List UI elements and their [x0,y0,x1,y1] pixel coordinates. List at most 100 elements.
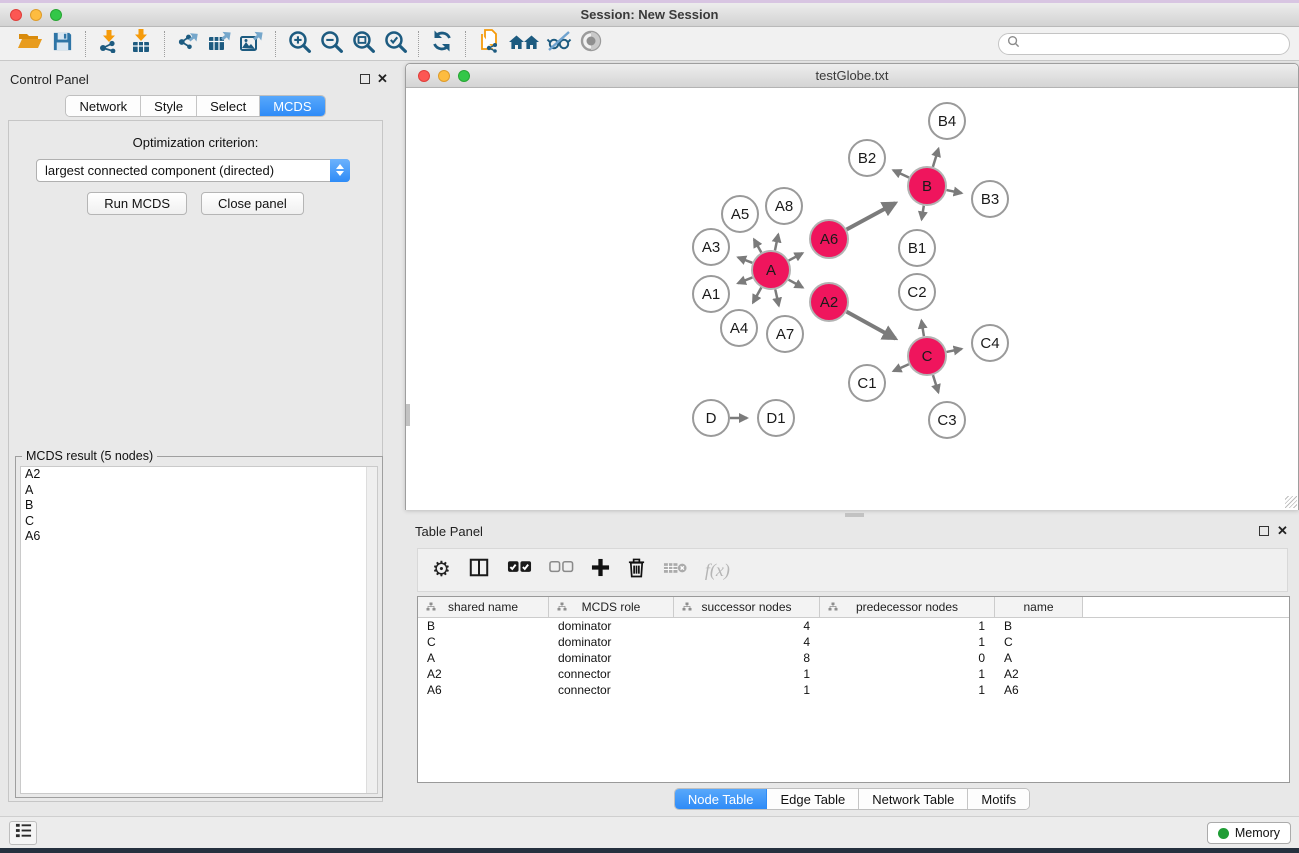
float-panel-icon[interactable] [360,74,370,84]
graph-edge-C-C4[interactable] [947,349,962,352]
tab-style[interactable]: Style [141,96,197,116]
graph-node-A1[interactable]: A1 [693,276,729,312]
network-close-button[interactable] [418,70,430,82]
mcds-result-item[interactable]: A6 [21,529,377,545]
graph-node-A7[interactable]: A7 [767,316,803,352]
table-close-panel-icon[interactable]: ✕ [1277,523,1288,539]
network-horizontal-scrollbar[interactable] [845,513,864,517]
graph-edge-B-B1[interactable] [922,206,924,220]
graph-node-B[interactable]: B [908,167,946,205]
mcds-result-list[interactable]: A2ABCA6 [20,466,378,794]
network-minimize-button[interactable] [438,70,450,82]
network-zoom-button[interactable] [458,70,470,82]
column-header-mcds-role[interactable]: MCDS role [549,597,674,617]
zoom-selected-button[interactable] [379,29,411,59]
mcds-result-item[interactable]: A [21,483,377,499]
import-table-button[interactable] [125,29,157,59]
network-vertical-scrollbar[interactable] [406,404,410,426]
close-panel-button[interactable]: Close panel [201,192,304,215]
criterion-dropdown[interactable]: largest connected component (directed) [36,159,350,182]
deselect-all-columns-button[interactable] [549,560,574,580]
graph-edge-A6-B[interactable] [847,203,896,229]
network-canvas[interactable]: B4B2BB3A8A5A6A3B1AC2A1A2A4A7C4CC1DC3D1 [406,88,1298,510]
graph-edge-A-A6[interactable] [789,253,803,260]
tab-mcds[interactable]: MCDS [260,96,324,116]
import-network-button[interactable] [93,29,125,59]
tab-network[interactable]: Network [66,96,141,116]
graph-edge-C-C1[interactable] [893,364,908,371]
graph-node-D[interactable]: D [693,400,729,436]
graph-edge-C-C2[interactable] [921,321,923,337]
graph-node-C2[interactable]: C2 [899,274,935,310]
zoom-out-button[interactable] [315,29,347,59]
hide-annotations-button[interactable] [543,29,575,59]
graph-edge-A-A7[interactable] [775,290,779,306]
table-settings-button[interactable]: ⚙ [432,560,451,580]
table-row[interactable]: Bdominator41B [418,618,1289,634]
table-float-panel-icon[interactable] [1259,526,1269,536]
graph-node-A6[interactable]: A6 [810,220,848,258]
zoom-fit-button[interactable] [347,29,379,59]
graph-node-C[interactable]: C [908,337,946,375]
graph-edge-A2-C[interactable] [847,312,896,339]
close-window-button[interactable] [10,9,22,21]
column-header-successor-nodes[interactable]: successor nodes [674,597,820,617]
refresh-button[interactable] [426,29,458,59]
zoom-in-button[interactable] [283,29,315,59]
network-graph[interactable]: B4B2BB3A8A5A6A3B1AC2A1A2A4A7C4CC1DC3D1 [406,88,1298,510]
delete-column-button[interactable] [627,557,646,583]
graph-edge-A-A3[interactable] [738,257,752,262]
graph-edge-A-A8[interactable] [775,234,778,250]
cybrowser-home-button[interactable] [505,29,543,59]
search-field[interactable] [998,33,1290,55]
open-session-button[interactable] [14,29,46,59]
tab-network-table[interactable]: Network Table [859,789,968,809]
table-row[interactable]: A2connector11A2 [418,666,1289,682]
mcds-result-item[interactable]: A2 [21,467,377,483]
show-graphics-button[interactable] [575,29,607,59]
graph-node-C4[interactable]: C4 [972,325,1008,361]
graph-node-C1[interactable]: C1 [849,365,885,401]
zoom-window-button[interactable] [50,9,62,21]
save-session-button[interactable] [46,29,78,59]
graph-edge-B-B3[interactable] [947,190,962,193]
graph-edge-A-A5[interactable] [754,239,761,252]
delete-table-button[interactable] [663,560,688,581]
table-row[interactable]: A6connector11A6 [418,682,1289,698]
tab-motifs[interactable]: Motifs [968,789,1029,809]
export-table-button[interactable] [204,29,236,59]
graph-edge-A-A2[interactable] [789,280,803,288]
mcds-result-item[interactable]: B [21,498,377,514]
task-history-button[interactable] [9,821,37,845]
table-row[interactable]: Adominator80A [418,650,1289,666]
export-network-button[interactable] [172,29,204,59]
network-window-titlebar[interactable]: testGlobe.txt [406,64,1298,88]
graph-node-A5[interactable]: A5 [722,196,758,232]
close-panel-icon[interactable]: ✕ [377,71,388,87]
graph-node-B4[interactable]: B4 [929,103,965,139]
window-resize-grip[interactable] [1285,496,1297,508]
mcds-result-item[interactable]: C [21,514,377,530]
graph-edge-A-A1[interactable] [738,277,753,283]
function-builder-button[interactable]: f(x) [705,560,730,581]
graph-node-A[interactable]: A [752,251,790,289]
run-mcds-button[interactable]: Run MCDS [87,192,187,215]
column-panel-button[interactable] [468,557,490,583]
export-image-button[interactable] [236,29,268,59]
tab-edge-table[interactable]: Edge Table [767,789,859,809]
graph-node-C3[interactable]: C3 [929,402,965,438]
column-header-name[interactable]: name [995,597,1083,617]
graph-edge-B-B4[interactable] [933,149,939,167]
minimize-window-button[interactable] [30,9,42,21]
table-row[interactable]: Cdominator41C [418,634,1289,650]
graph-node-A2[interactable]: A2 [810,283,848,321]
column-header-shared-name[interactable]: shared name [418,597,549,617]
network-from-selection-button[interactable] [473,29,505,59]
select-all-columns-button[interactable] [507,560,532,580]
graph-node-A8[interactable]: A8 [766,188,802,224]
result-list-scrollbar[interactable] [366,467,377,793]
memory-button[interactable]: Memory [1207,822,1291,844]
tab-node-table[interactable]: Node Table [675,789,768,809]
add-column-button[interactable] [591,558,610,582]
graph-edge-A-A4[interactable] [753,288,761,303]
